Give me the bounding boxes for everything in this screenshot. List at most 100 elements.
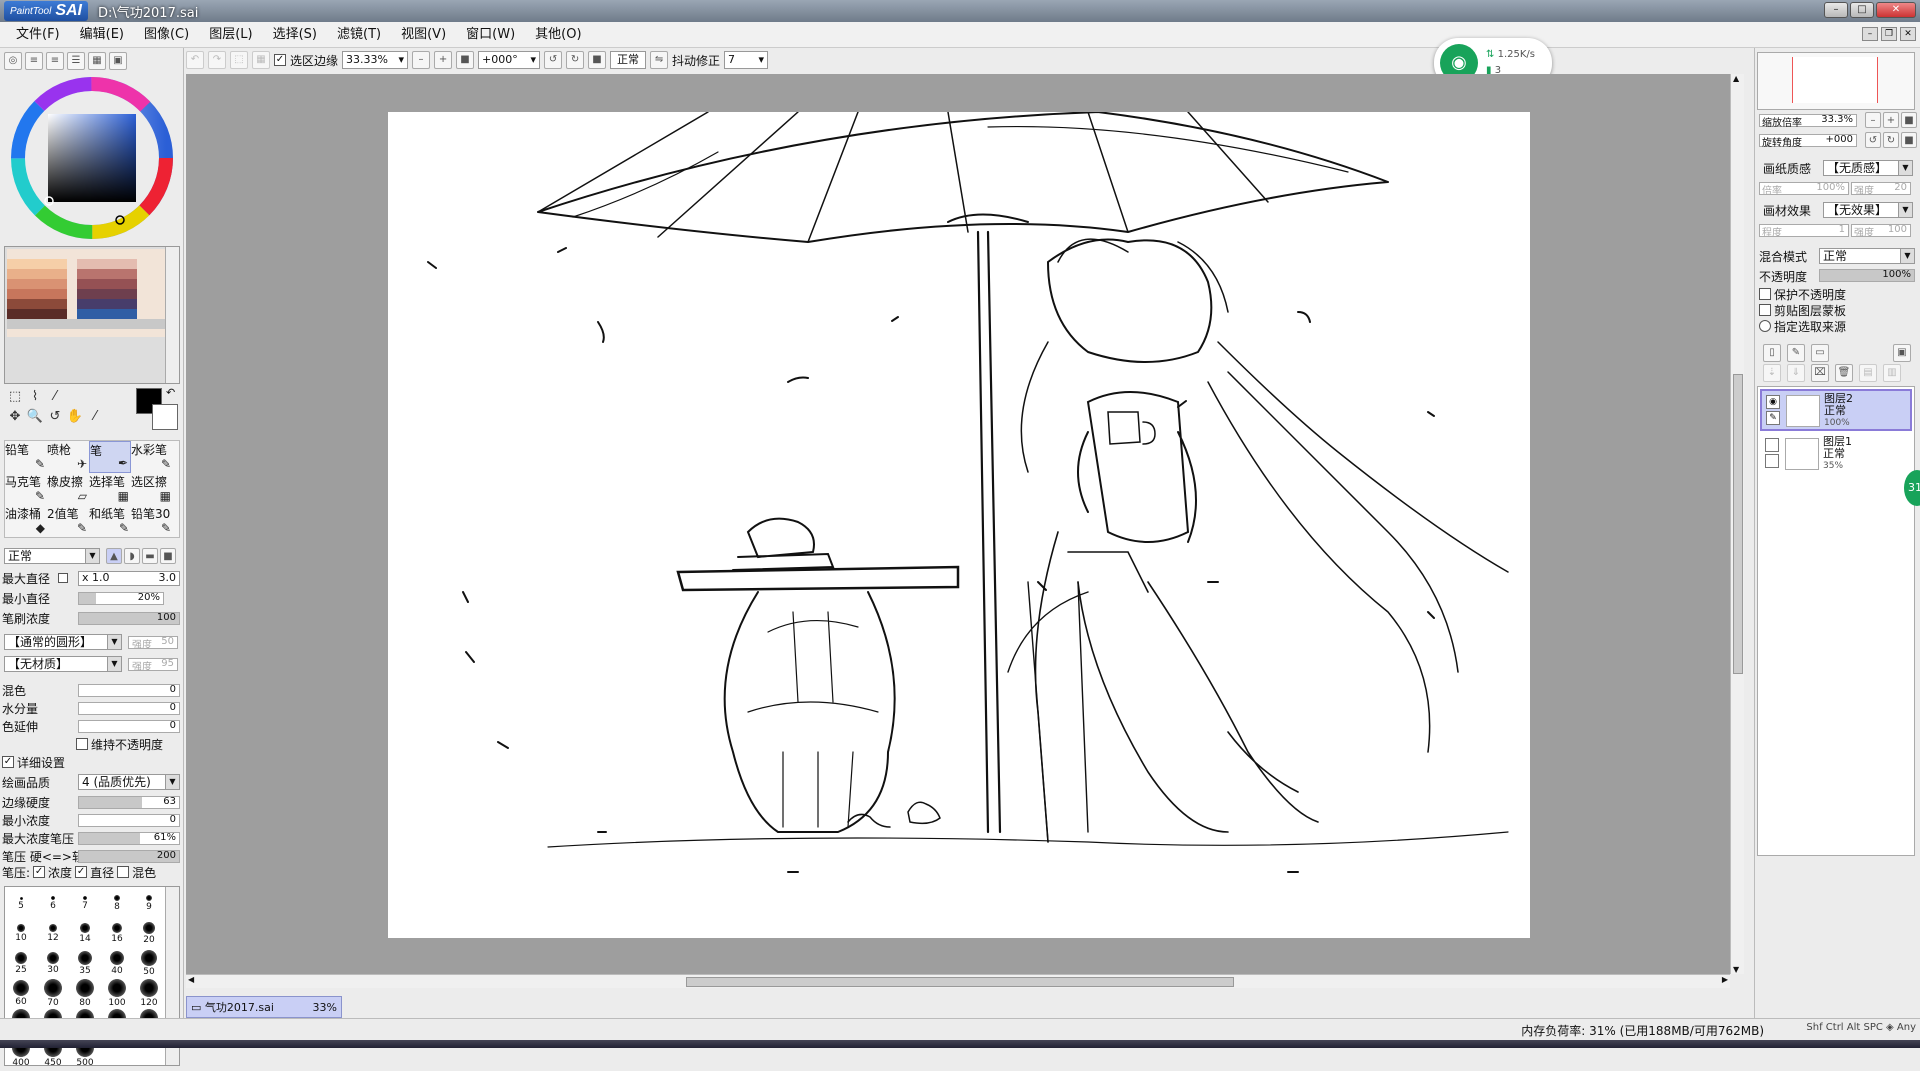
selection-edge-checkbox[interactable]: ✓ bbox=[274, 54, 286, 66]
brush-size-cell[interactable]: 14 bbox=[69, 919, 101, 951]
move-icon[interactable]: ✥ bbox=[6, 408, 24, 426]
maximize-button[interactable]: □ bbox=[1850, 2, 1874, 18]
apply-mask-icon[interactable]: ▤ bbox=[1859, 364, 1877, 382]
stabilizer-select[interactable]: 7 ▾ bbox=[724, 51, 769, 69]
swatch-list-tab-icon[interactable]: ☰ bbox=[67, 52, 85, 70]
new-folder-icon[interactable]: ▭ bbox=[1811, 344, 1829, 362]
nav-zoom-out-icon[interactable]: – bbox=[1865, 112, 1881, 128]
max-diameter-field[interactable]: x 1.0 3.0 bbox=[78, 570, 180, 586]
brush-select-pen[interactable]: 选择笔 ▦ bbox=[89, 473, 131, 505]
brush-mode-select[interactable]: 正常 ▼ bbox=[4, 548, 100, 564]
zoom-reset-icon[interactable]: ■ bbox=[456, 51, 475, 69]
vertical-scroll-thumb[interactable] bbox=[1733, 374, 1743, 674]
brush-size-cell[interactable]: 80 bbox=[69, 979, 101, 1011]
pressure-slider[interactable]: 200 bbox=[78, 849, 180, 863]
zoom-out-icon[interactable]: – bbox=[412, 51, 431, 69]
paper-strength-slider[interactable]: 强度 20 bbox=[1851, 181, 1911, 197]
edge-slider[interactable]: 63 bbox=[78, 795, 180, 809]
mdi-restore-button[interactable]: ❐ bbox=[1881, 27, 1897, 41]
menu-other[interactable]: 其他(O) bbox=[525, 22, 591, 48]
water-slider[interactable]: 0 bbox=[78, 701, 180, 715]
layer-item[interactable]: ◉ ✎ 图层2 正常 100% bbox=[1760, 389, 1912, 431]
scroll-down-icon[interactable]: ▼ bbox=[1733, 965, 1739, 974]
menu-file[interactable]: 文件(F) bbox=[6, 22, 70, 48]
rotate-right-icon[interactable]: ↻ bbox=[566, 51, 585, 69]
canvas-horizontal-scrollbar[interactable]: ◀ ▶ bbox=[186, 974, 1730, 988]
pen-density-checkbox[interactable]: ✓ bbox=[33, 866, 46, 878]
nav-zoom-slider[interactable]: 缩放倍率 33.3% bbox=[1759, 113, 1857, 129]
brush-size-cell[interactable]: 50 bbox=[133, 949, 165, 981]
brush-size-cell[interactable]: 6 bbox=[37, 889, 69, 921]
menu-select[interactable]: 选择(S) bbox=[263, 22, 327, 48]
brush-size-cell[interactable]: 25 bbox=[5, 949, 37, 981]
effect-degree-slider[interactable]: 程度 1 bbox=[1759, 223, 1849, 239]
layer-item[interactable]: 图层1 正常 35% bbox=[1760, 433, 1912, 475]
pen-diameter-checkbox[interactable]: ✓ bbox=[75, 866, 88, 878]
diameter-lock-checkbox[interactable] bbox=[58, 573, 69, 583]
minimize-button[interactable]: – bbox=[1824, 2, 1848, 18]
nav-rotate-right-icon[interactable]: ↻ bbox=[1883, 132, 1899, 148]
eyedropper-icon[interactable]: ⁄ bbox=[86, 408, 104, 426]
tip-round-icon[interactable]: ◗ bbox=[124, 548, 140, 564]
max-pressure-slider[interactable]: 61% bbox=[78, 831, 180, 845]
effect-strength-slider[interactable]: 强度 100 bbox=[1851, 223, 1911, 239]
brush-select-eraser[interactable]: 选区擦 ▦ bbox=[131, 473, 173, 505]
details-checkbox[interactable]: ✓ bbox=[2, 756, 14, 768]
nav-rotate-slider[interactable]: 旋转角度 +000 bbox=[1759, 133, 1857, 149]
density-slider[interactable]: 100 bbox=[78, 611, 180, 625]
brush-bucket[interactable]: 油漆桶 ◆ bbox=[5, 505, 47, 537]
new-linework-layer-icon[interactable]: ✎ bbox=[1787, 344, 1805, 362]
min-diameter-slider[interactable]: 20% bbox=[78, 591, 164, 605]
palette-scrollbar[interactable] bbox=[165, 247, 179, 383]
swatch-palette[interactable] bbox=[4, 246, 180, 384]
brush-pen[interactable]: 笔 ✒ bbox=[89, 441, 131, 473]
layer-list[interactable]: ◉ ✎ 图层2 正常 100% 图层1 正常 35% bbox=[1757, 386, 1915, 856]
nav-rotate-reset-icon[interactable]: ■ bbox=[1901, 132, 1917, 148]
flip-icon[interactable]: ⇋ bbox=[650, 51, 669, 69]
layer-mask-icon[interactable]: ▣ bbox=[1893, 344, 1911, 362]
brush-lock-icon[interactable]: ✎ bbox=[1766, 411, 1780, 425]
clip-mask-checkbox[interactable] bbox=[1759, 304, 1771, 316]
brush-binary[interactable]: 2值笔 ✎ bbox=[47, 505, 89, 537]
nav-zoom-in-icon[interactable]: + bbox=[1883, 112, 1899, 128]
min-density-slider[interactable]: 0 bbox=[78, 813, 180, 827]
brush-lock-icon[interactable] bbox=[1765, 454, 1779, 468]
eye-icon[interactable]: ◉ bbox=[1766, 395, 1780, 409]
brush-size-cell[interactable]: 9 bbox=[133, 889, 165, 921]
protect-opacity-checkbox[interactable] bbox=[1759, 288, 1771, 300]
rotate-icon[interactable]: ↺ bbox=[46, 408, 64, 426]
background-color-swatch[interactable] bbox=[152, 404, 178, 430]
zoom-in-icon[interactable]: + bbox=[434, 51, 453, 69]
canvas-area[interactable] bbox=[186, 74, 1730, 974]
menu-filter[interactable]: 滤镜(T) bbox=[327, 22, 391, 48]
horizontal-scroll-thumb[interactable] bbox=[686, 977, 1234, 987]
transfer-down-icon[interactable]: ⇣ bbox=[1763, 364, 1781, 382]
brush-size-cell[interactable]: 10 bbox=[5, 919, 37, 951]
color-wheel[interactable] bbox=[6, 72, 178, 244]
brush-size-cell[interactable]: 40 bbox=[101, 949, 133, 981]
brush-watercolor[interactable]: 水彩笔 ✎ bbox=[131, 441, 173, 473]
brush-size-cell[interactable]: 8 bbox=[101, 889, 133, 921]
brush-pencil30[interactable]: 铅笔30 ✎ bbox=[131, 505, 173, 537]
swatch-cells[interactable] bbox=[7, 249, 167, 337]
tip-block-icon[interactable]: ■ bbox=[160, 548, 176, 564]
navigator-viewport[interactable] bbox=[1792, 57, 1878, 103]
zoom-icon[interactable]: 🔍 bbox=[26, 408, 44, 426]
brush-washi[interactable]: 和纸笔 ✎ bbox=[89, 505, 131, 537]
saturation-value-square[interactable] bbox=[48, 114, 136, 202]
paper-magnification-slider[interactable]: 倍率 100% bbox=[1759, 181, 1849, 197]
menu-window[interactable]: 窗口(W) bbox=[456, 22, 525, 48]
brush-pencil[interactable]: 铅笔 ✎ bbox=[5, 441, 47, 473]
brush-texture-select[interactable]: 【无材质】 ▼ bbox=[4, 656, 122, 672]
effect-select[interactable]: 【无效果】 ▼ bbox=[1823, 202, 1913, 218]
document-tab[interactable]: ▭ 气功2017.sai 33% bbox=[186, 996, 342, 1018]
scroll-up-icon[interactable]: ▲ bbox=[1733, 74, 1739, 83]
redo-icon[interactable]: ↷ bbox=[208, 51, 226, 69]
magic-wand-icon[interactable]: ⁄ bbox=[46, 388, 64, 406]
brush-airbrush[interactable]: 喷枪 ✈ bbox=[47, 441, 89, 473]
scroll-right-icon[interactable]: ▶ bbox=[1722, 975, 1728, 984]
hand-icon[interactable]: ✋ bbox=[66, 408, 84, 426]
tip-sharp-icon[interactable]: ▲ bbox=[106, 548, 122, 564]
brush-size-cell[interactable]: 5 bbox=[5, 889, 37, 921]
new-layer-icon[interactable]: ▯ bbox=[1763, 344, 1781, 362]
